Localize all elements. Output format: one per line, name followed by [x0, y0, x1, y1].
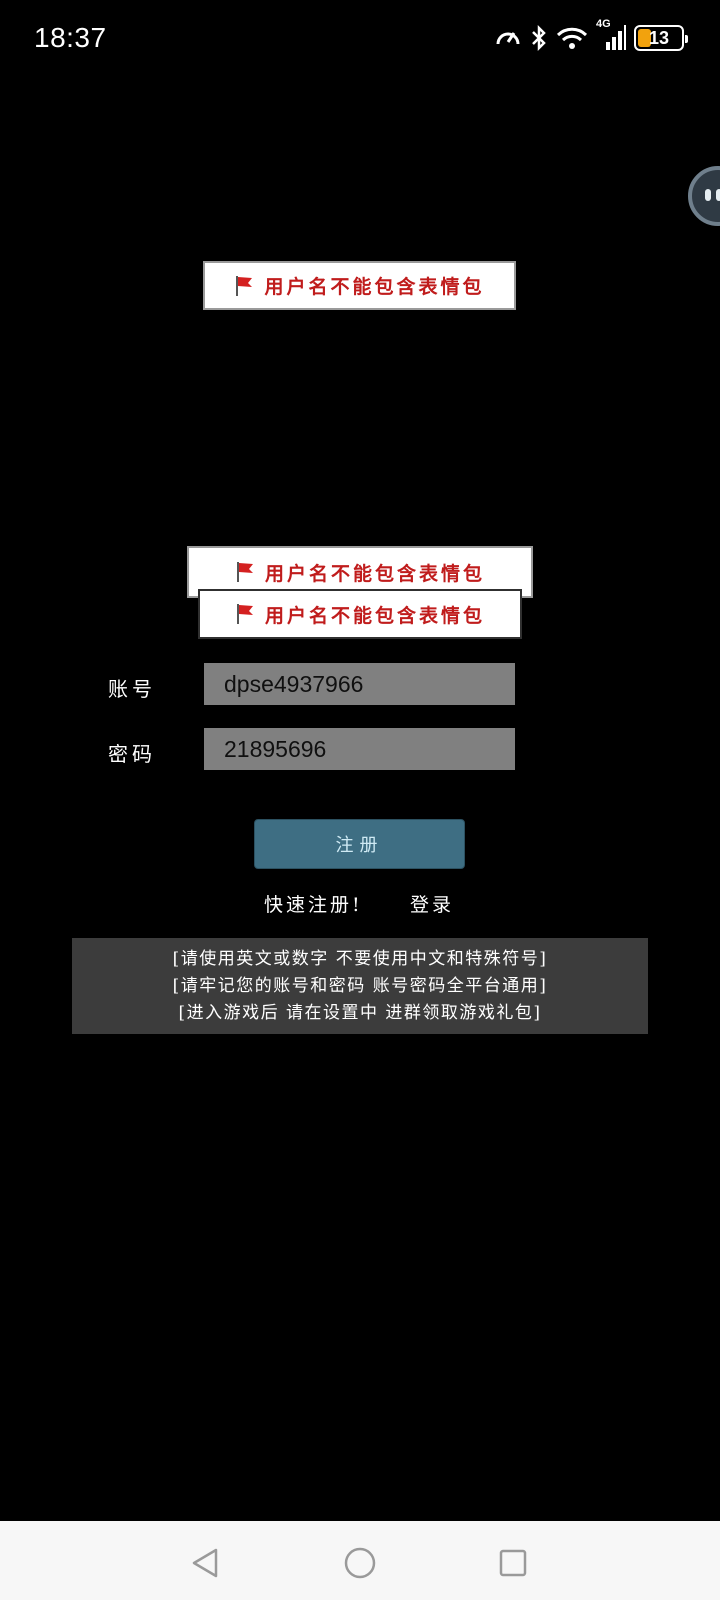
- password-input[interactable]: [204, 728, 515, 770]
- home-icon[interactable]: [340, 1543, 380, 1583]
- screen: 18:37 4G 13 用户名不能包含表情包 用户名不能包含表情包 用户名不能包…: [0, 0, 720, 1600]
- wifi-icon: [556, 24, 588, 52]
- register-button[interactable]: 注册: [254, 819, 465, 869]
- status-bar: 18:37 4G 13: [0, 0, 720, 78]
- flag-icon: [234, 275, 254, 297]
- quick-register-link[interactable]: 快速注册!: [264, 890, 363, 917]
- status-icons: 4G 13: [494, 18, 688, 54]
- notice-box: [请使用英文或数字 不要使用中文和特殊符号] [请牢记您的账号和密码 账号密码全…: [72, 938, 648, 1034]
- battery-percent: 13: [648, 27, 670, 48]
- notice-line: [请牢记您的账号和密码 账号密码全平台通用]: [172, 975, 548, 996]
- bluetooth-icon: [530, 24, 548, 52]
- navigation-bar: [0, 1521, 720, 1600]
- account-label: 账号: [108, 677, 156, 701]
- password-label: 密码: [108, 742, 156, 766]
- flag-icon: [235, 603, 255, 625]
- notice-line: [请使用英文或数字 不要使用中文和特殊符号]: [172, 948, 548, 969]
- error-toast: 用户名不能包含表情包: [198, 589, 522, 639]
- account-input[interactable]: [204, 663, 515, 705]
- eye-left: [705, 189, 711, 201]
- login-link[interactable]: 登录: [410, 890, 454, 917]
- error-toast: 用户名不能包含表情包: [203, 261, 516, 310]
- battery-icon: 13: [634, 25, 688, 51]
- recents-icon[interactable]: [493, 1543, 533, 1583]
- toast-text: 用户名不能包含表情包: [264, 276, 485, 298]
- floating-assistant-icon[interactable]: [688, 166, 720, 226]
- battery-nub: [685, 35, 688, 43]
- flag-icon: [235, 561, 255, 583]
- toast-text: 用户名不能包含表情包: [264, 562, 485, 585]
- notice-line: [进入游戏后 请在设置中 进群领取游戏礼包]: [178, 1002, 542, 1023]
- network-type: 4G: [596, 18, 611, 30]
- back-icon[interactable]: [185, 1543, 225, 1583]
- signal-icon: 4G: [596, 18, 626, 52]
- speed-icon: [494, 24, 522, 52]
- clock: 18:37: [34, 22, 107, 53]
- toast-text: 用户名不能包含表情包: [264, 604, 485, 627]
- eye-right: [716, 189, 720, 201]
